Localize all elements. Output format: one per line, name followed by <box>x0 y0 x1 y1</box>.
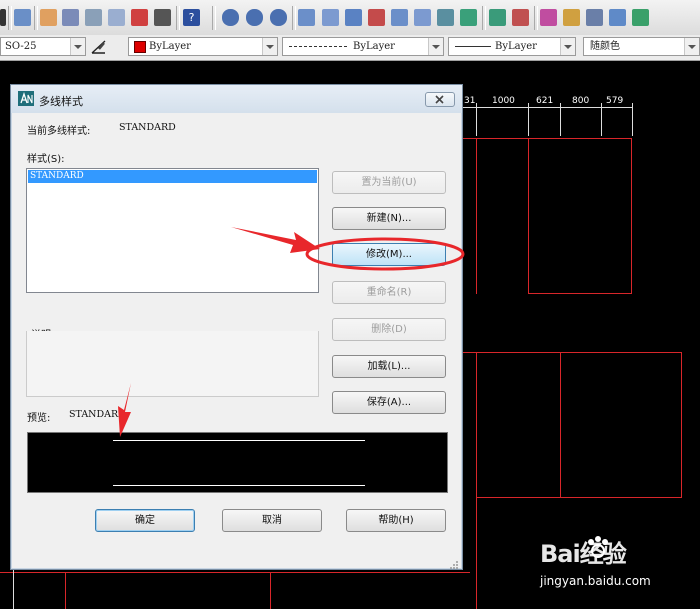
annotation-layer <box>118 227 465 437</box>
watermark: Bai经验 jingyan.baidu.com <box>540 534 700 606</box>
highlight-ellipse <box>305 237 465 271</box>
watermark-brand: Bai经验 <box>540 540 627 568</box>
arrow-icon <box>118 383 131 437</box>
arrow-icon <box>231 227 320 253</box>
paw-icon <box>588 536 608 558</box>
watermark-url: jingyan.baidu.com <box>540 574 651 588</box>
